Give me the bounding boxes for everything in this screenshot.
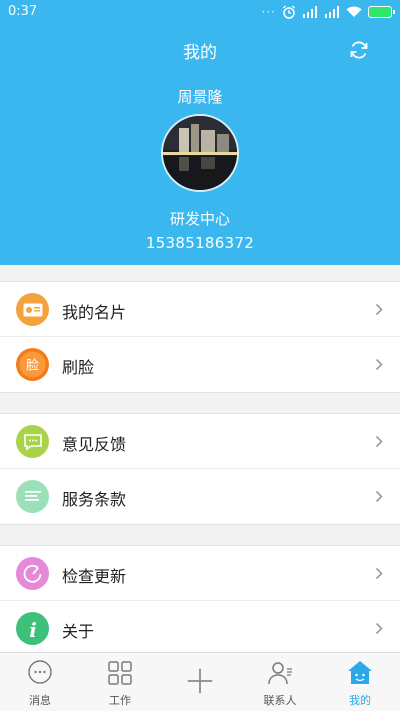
avatar-photo [163,116,237,190]
update-icon [16,557,49,590]
chevron-right-icon [375,490,383,503]
tab-label: 消息 [29,694,51,707]
menu-item-business-card[interactable]: 我的名片 [0,282,400,337]
chevron-right-icon [375,567,383,580]
signal-icon-2 [325,6,339,18]
tab-label: 联系人 [263,694,297,707]
page-title: 我的 [183,43,217,63]
svg-text:i: i [29,618,37,640]
menu-item-terms[interactable]: 服务条款 [0,469,400,524]
phone-number: 15385186372 [145,234,255,252]
tab-label: 我的 [349,694,371,707]
menu-item-label: 检查更新 [62,567,127,586]
status-icons: ··· [261,4,395,20]
svg-text:脸: 脸 [26,359,39,374]
profile-header: 0:37 ··· 我的 周景隆 研发中心 15385186372 [0,0,400,265]
chevron-right-icon [375,358,383,371]
chevron-right-icon [375,303,383,316]
menu-item-about[interactable]: i 关于 [0,601,400,656]
menu-item-label: 意见反馈 [62,435,127,454]
info-icon: i [16,612,49,645]
menu-item-label: 我的名片 [62,303,127,322]
alarm-icon [283,5,295,19]
battery-icon [368,6,395,18]
plus-icon [186,667,214,695]
status-time: 0:37 [8,4,38,19]
tab-messages[interactable]: 消息 [0,653,80,711]
menu-item-label: 关于 [62,622,95,641]
wifi-icon [346,6,362,17]
menu-group-about: 检查更新 i 关于 [0,545,400,657]
business-card-icon [16,293,49,326]
message-icon [26,659,54,687]
tab-contacts[interactable]: 联系人 [240,653,320,711]
menu-item-label: 服务条款 [62,490,127,509]
tab-mine[interactable]: 我的 [320,653,400,711]
menu-item-check-update[interactable]: 检查更新 [0,546,400,601]
menu-group-profile: 我的名片 脸 刷脸 [0,281,400,393]
status-bar: 0:37 ··· [0,0,400,24]
signal-icon [303,6,317,18]
user-name: 周景隆 [177,88,223,106]
menu-item-face[interactable]: 脸 刷脸 [0,337,400,392]
tab-work[interactable]: 工作 [80,653,160,711]
terms-icon [16,480,49,513]
feedback-icon [16,425,49,458]
contacts-icon [266,659,294,687]
refresh-icon[interactable] [348,39,370,61]
bottom-tab-bar: 消息 工作 联系人 我的 [0,652,400,711]
chevron-right-icon [375,622,383,635]
home-icon [346,659,374,687]
face-icon: 脸 [16,348,49,381]
menu-item-feedback[interactable]: 意见反馈 [0,414,400,469]
menu-group-feedback: 意见反馈 服务条款 [0,413,400,525]
tab-label: 工作 [109,694,131,707]
chevron-right-icon [375,435,383,448]
department: 研发中心 [169,210,230,228]
tab-add[interactable] [160,653,240,711]
notification-dots-icon: ··· [261,5,276,19]
menu-item-label: 刷脸 [62,358,95,377]
grid-icon [106,659,134,687]
avatar[interactable] [161,114,239,192]
